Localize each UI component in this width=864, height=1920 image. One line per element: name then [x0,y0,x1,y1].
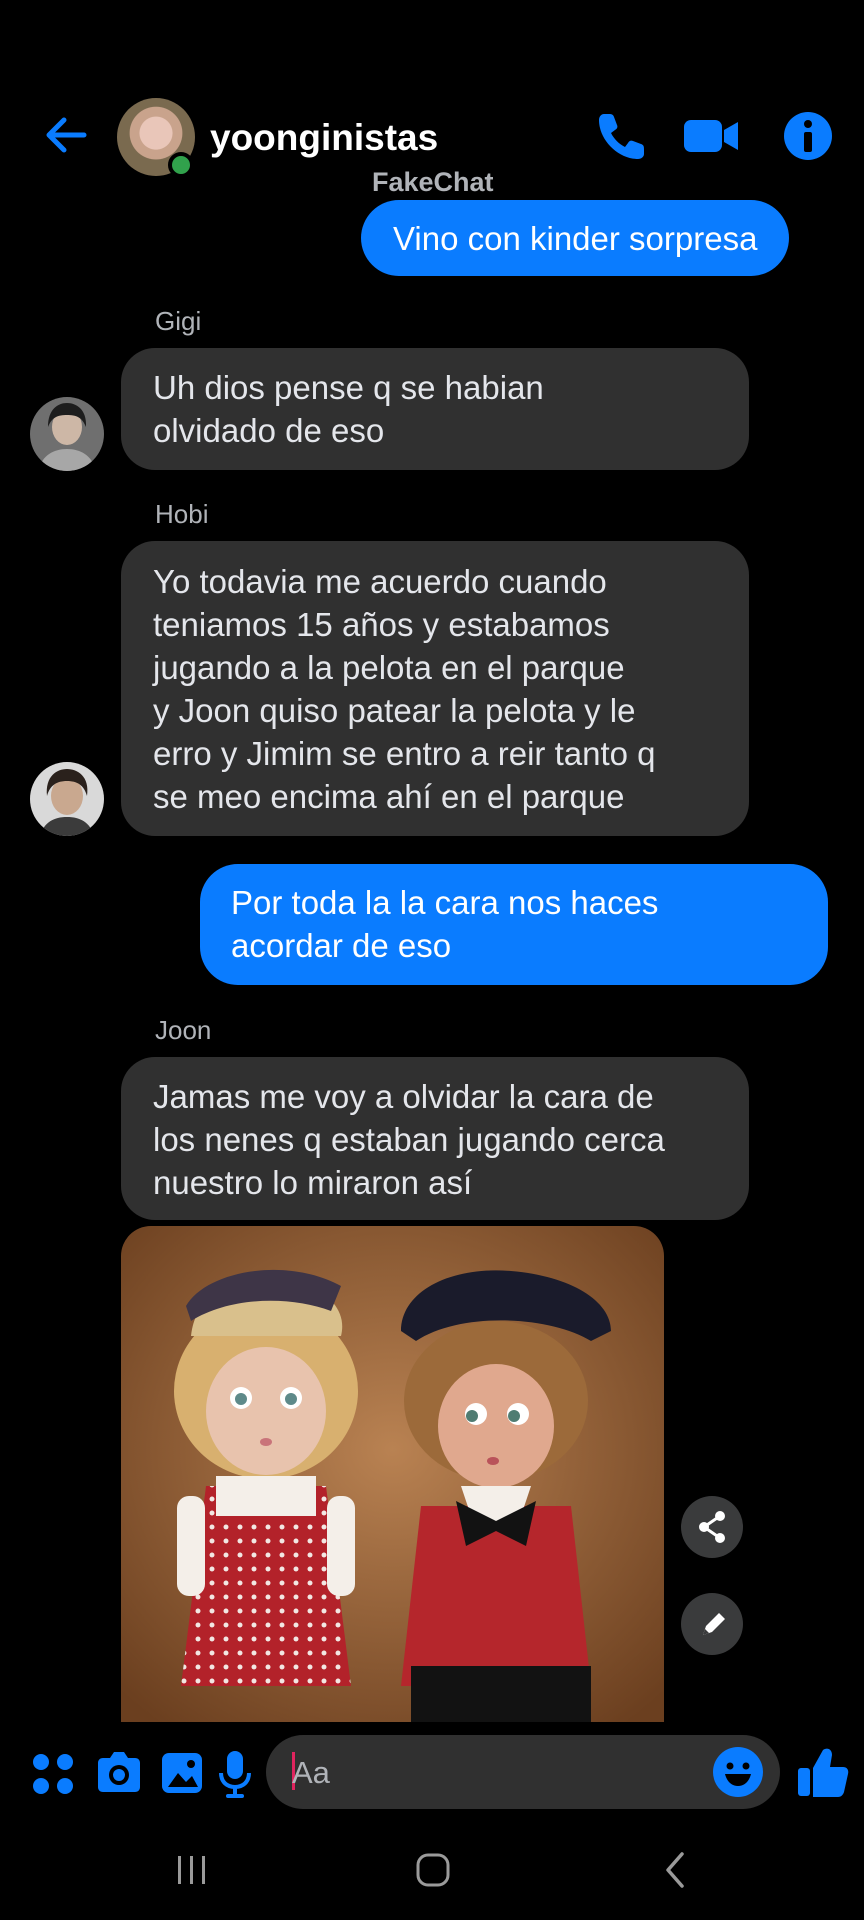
system-back-icon[interactable] [660,1850,690,1890]
online-indicator [168,152,194,178]
thumbs-up-icon[interactable] [796,1744,850,1800]
back-arrow-icon[interactable] [40,110,90,160]
edit-icon [703,1613,725,1635]
message-bubble-incoming[interactable]: Yo todavia me acuerdo cuando teniamos 15… [121,541,749,836]
input-placeholder: Aa [292,1755,330,1790]
sender-name: Gigi [155,306,202,336]
emoji-icon[interactable] [712,1746,764,1798]
message-line: jugando a la pelota en el parque [153,649,625,686]
message-bubble-outgoing[interactable]: Por toda la la cara nos haces acordar de… [200,864,828,985]
sender-avatar[interactable] [30,397,104,471]
camera-icon[interactable] [94,1745,144,1801]
message-line: Por toda la la cara nos haces [231,884,659,921]
message-bubble-incoming[interactable]: Jamas me voy a olvidar la cara de los ne… [121,1057,749,1220]
message-line: teniamos 15 años y estabamos [153,606,610,643]
message-line: los nenes q estaban jugando cerca [153,1121,665,1158]
message-line: Yo todavia me acuerdo cuando [153,563,607,600]
recent-apps-icon[interactable] [172,1850,212,1890]
message-bubble-incoming[interactable]: Uh dios pense q se habian olvidado de es… [121,348,749,470]
message-line: y Joon quiso patear la pelota y le [153,692,636,729]
menu-dots-icon[interactable] [30,1745,76,1801]
share-icon [699,1511,725,1543]
microphone-icon[interactable] [216,1745,254,1801]
photo-message[interactable] [121,1226,664,1722]
message-line: Uh dios pense q se habian [153,369,544,406]
message-line: nuestro lo miraron así [153,1164,473,1201]
video-camera-icon[interactable] [682,108,740,164]
message-line: olvidado de eso [153,412,385,449]
chat-title[interactable]: yoonginistas [210,116,438,160]
message-input[interactable] [266,1735,780,1809]
gallery-icon[interactable] [160,1745,204,1801]
sender-avatar[interactable] [30,762,104,836]
home-icon[interactable] [413,1850,453,1890]
message-bubble-outgoing[interactable]: Vino con kinder sorpresa [361,200,790,276]
message-text: Vino con kinder sorpresa [393,220,758,257]
sender-name: Joon [155,1015,212,1045]
message-line: Jamas me voy a olvidar la cara de [153,1078,654,1115]
phone-icon[interactable] [594,108,650,164]
share-button[interactable] [681,1496,743,1558]
message-line: acordar de eso [231,927,452,964]
sender-name: Hobi [155,499,209,529]
info-icon[interactable] [782,108,834,164]
edit-button[interactable] [681,1593,743,1655]
watermark-label: FakeChat [372,167,494,197]
message-line: se meo encima ahí en el parque [153,778,625,815]
message-line: erro y Jimim se entro a reir tanto q [153,735,656,772]
